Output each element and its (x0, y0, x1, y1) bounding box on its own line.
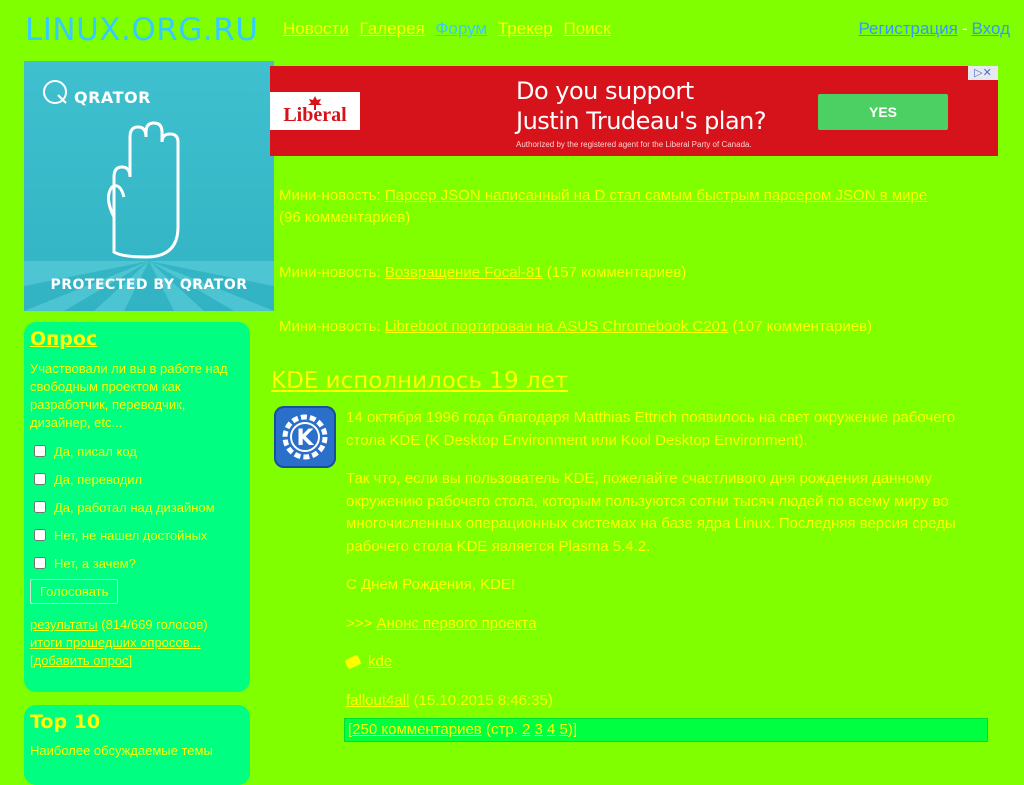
poll-add-link[interactable]: [добавить опрос] (30, 653, 132, 668)
ad-headline: Do you support Justin Trudeau's plan? (516, 76, 767, 136)
top10-title: Top 10 (30, 711, 101, 733)
poll-checkbox[interactable] (34, 557, 46, 569)
maple-leaf-icon (308, 96, 322, 110)
mini-news-link[interactable]: Libreboot портирован на ASUS Chromebook … (385, 318, 728, 335)
poll-option[interactable]: Нет, а зачем? (30, 554, 244, 572)
hand-icon (107, 121, 180, 259)
author-link[interactable]: fallout4all (346, 692, 409, 709)
article-meta: fallout4all (15.10.2015 8:46:35) (346, 690, 986, 713)
ad-authorized-text: Authorized by the registered agent for t… (516, 140, 752, 149)
poll-option-label: Нет, а зачем? (54, 555, 136, 571)
article-more-prefix: >>> (346, 614, 373, 632)
poll-option[interactable]: Да, переводил (30, 470, 244, 488)
poll-title: Опрос (30, 328, 244, 350)
register-link[interactable]: Регистрация (858, 19, 957, 38)
poll-option-label: Да, переводил (54, 471, 143, 487)
pages-suffix: )] (567, 721, 578, 738)
comments-link[interactable]: 250 комментариев (352, 721, 482, 738)
kde-gear-icon: K (282, 414, 328, 460)
mini-news-label: Мини-новость: (279, 264, 381, 281)
poll-checkbox[interactable] (34, 445, 46, 457)
nav-search[interactable]: Поиск (563, 19, 610, 38)
poll-checkbox[interactable] (34, 529, 46, 541)
article-title[interactable]: KDE исполнилось 19 лет (271, 368, 568, 394)
kde-logo-icon: K (274, 406, 336, 468)
poll-past-link[interactable]: итоги прошедших опросов... (30, 635, 201, 650)
page-link[interactable]: 4 (547, 721, 555, 738)
pages-prefix: (стр. (485, 721, 518, 738)
nav-news[interactable]: Новости (283, 19, 349, 38)
article-more: >>> Анонс первого проекта (346, 613, 986, 636)
qrator-protected-text: PROTECTED BY QRATOR (50, 277, 248, 293)
nav-forum[interactable]: Форум (435, 19, 487, 38)
article-paragraph: 14 октября 1996 года благодаря Matthias … (346, 409, 956, 449)
poll-option[interactable]: Да, работал над дизайном (30, 498, 244, 516)
poll-option[interactable]: Да, писал код (30, 442, 244, 460)
tag-icon (344, 654, 362, 670)
ad-yes-button[interactable]: YES (818, 94, 948, 130)
nav-gallery[interactable]: Галерея (360, 19, 425, 38)
page-link[interactable]: 5 (560, 721, 568, 738)
page-link[interactable]: 2 (522, 721, 530, 738)
poll-links: результаты (814/669 голосов) итоги проше… (30, 616, 244, 670)
comments-bar: [250 комментариев (стр. 2 3 4 5)] (345, 719, 987, 741)
poll-title-link[interactable]: Опрос (30, 328, 97, 350)
mini-news-item: Мини-новость: Парсер JSON написанный на … (279, 185, 979, 229)
article-paragraph: Так что, если вы пользователь KDE, пожел… (346, 470, 956, 555)
poll-results-link[interactable]: результаты (30, 617, 98, 632)
article-date: (15.10.2015 8:46:35) (413, 691, 553, 709)
article-body: 14 октября 1996 года благодаря Matthias … (344, 407, 986, 728)
site-logo[interactable]: LINUX.ORG.RU (25, 12, 258, 48)
poll-checkbox[interactable] (34, 473, 46, 485)
auth-separator: - (961, 19, 968, 38)
top10-box: Top 10 Наиболее обсуждаемые темы (24, 705, 250, 785)
mini-news-label: Мини-новость: (279, 187, 381, 204)
top10-subtitle: Наиболее обсуждаемые темы (30, 743, 213, 758)
mini-news-link[interactable]: Парсер JSON написанный на D стал самым б… (385, 187, 927, 204)
qrator-banner[interactable]: QRATOR PROTECTED BY QRATOR (24, 61, 274, 311)
ad-headline-line1: Do you support (516, 77, 694, 105)
auth-links: Регистрация - Вход (858, 19, 1010, 39)
poll-option-label: Да, писал код (54, 443, 137, 459)
nav-tracker[interactable]: Трекер (498, 19, 553, 38)
mini-news-comments: (157 комментариев) (546, 264, 687, 281)
poll-option-label: Да, работал над дизайном (54, 499, 215, 515)
poll-question: Участвовали ли вы в работе над свободным… (30, 361, 228, 430)
article-tags: kde (344, 651, 986, 674)
mini-news-comments: (96 комментариев) (279, 209, 411, 226)
ad-headline-line2: Justin Trudeau's plan? (516, 107, 767, 135)
article-announce-link[interactable]: Анонс первого проекта (376, 615, 536, 632)
poll-box: Опрос Участвовали ли вы в работе над сво… (24, 322, 250, 692)
poll-results-count: (814/669 голосов) (101, 617, 208, 632)
article-paragraph: С Днем Рождения, KDE! (346, 576, 516, 593)
top-nav: Новости Галерея Форум Трекер Поиск (283, 19, 617, 39)
vote-button[interactable]: Голосовать (30, 579, 119, 604)
ad-banner[interactable]: Liberal Do you support Justin Trudeau's … (270, 66, 998, 156)
login-link[interactable]: Вход (972, 19, 1010, 38)
poll-option-label: Нет, не нашел достойных (54, 527, 208, 543)
mini-news-label: Мини-новость: (279, 318, 381, 335)
mini-news-item: Мини-новость: Возвращение Focal-81 (157 … (279, 262, 979, 284)
poll-checkbox[interactable] (34, 501, 46, 513)
mini-news-comments: (107 комментариев) (732, 318, 873, 335)
mini-news-link[interactable]: Возвращение Focal-81 (385, 264, 543, 281)
adchoices-icon[interactable]: ▷✕ (968, 66, 998, 80)
svg-text:K: K (296, 426, 314, 451)
page-link[interactable]: 3 (535, 721, 543, 738)
tag-link[interactable]: kde (368, 651, 392, 674)
mini-news-item: Мини-новость: Libreboot портирован на AS… (279, 316, 979, 338)
poll-option[interactable]: Нет, не нашел достойных (30, 526, 244, 544)
